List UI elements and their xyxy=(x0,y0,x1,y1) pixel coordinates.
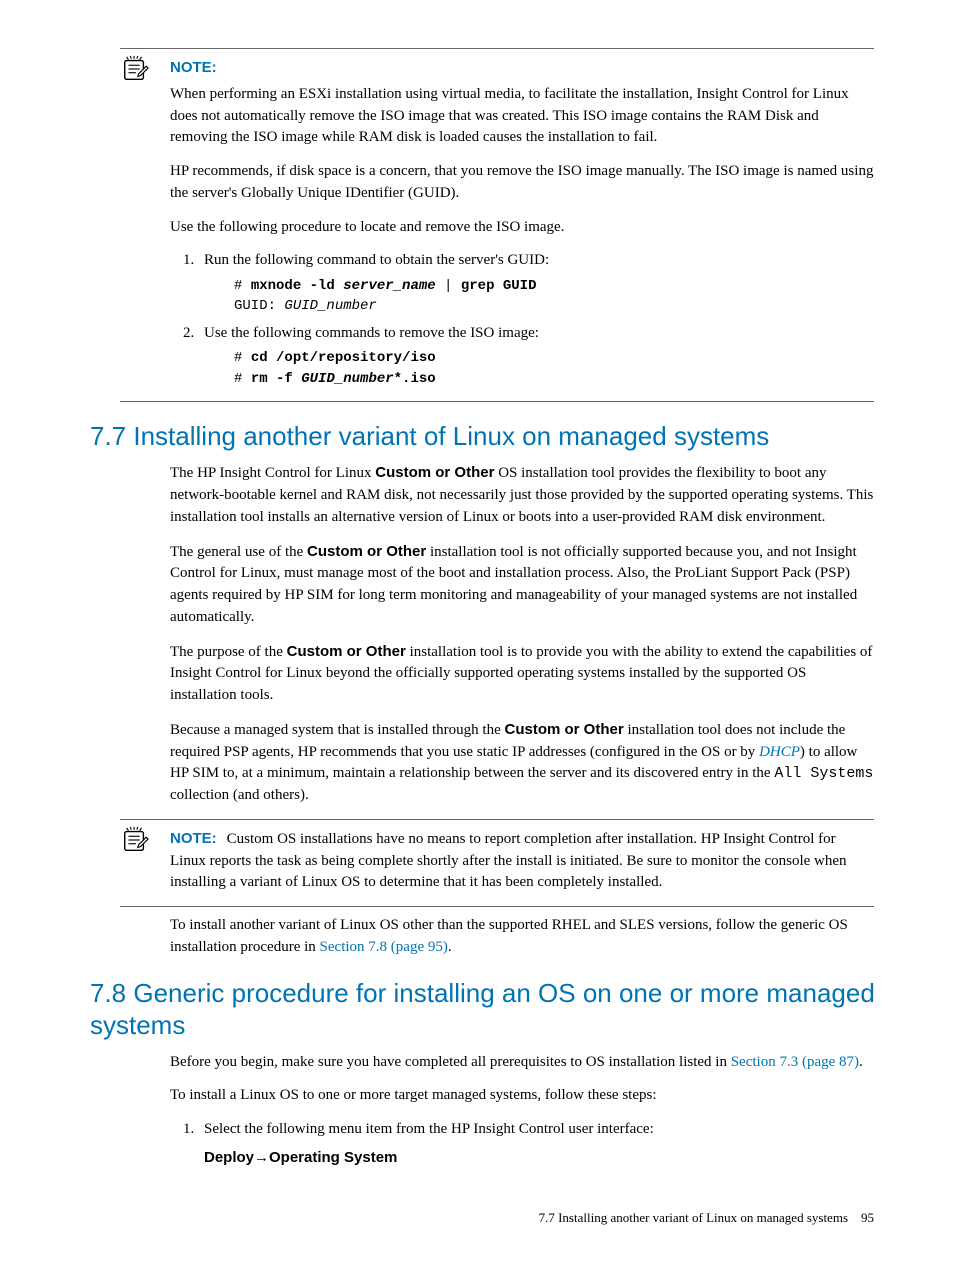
code-block: # mxnode -ld server_name | grep GUID GUI… xyxy=(234,276,874,317)
paragraph: To install another variant of Linux OS o… xyxy=(170,915,874,959)
note-block-2: NOTE:Custom OS installations have no mea… xyxy=(170,828,874,894)
note-label: NOTE: xyxy=(170,830,217,847)
section-body: The HP Insight Control for Linux Custom … xyxy=(170,462,874,807)
page-footer: 7.7 Installing another variant of Linux … xyxy=(60,1209,874,1228)
note-label: NOTE: xyxy=(170,59,217,76)
list-text: Select the following menu item from the … xyxy=(204,1121,654,1137)
page-number: 95 xyxy=(861,1210,874,1225)
paragraph: Before you begin, make sure you have com… xyxy=(170,1052,874,1074)
section-heading-7-7: 7.7 Installing another variant of Linux … xyxy=(90,420,894,453)
paragraph: The HP Insight Control for Linux Custom … xyxy=(170,462,874,528)
paragraph: The general use of the Custom or Other i… xyxy=(170,541,874,629)
code-block: # cd /opt/repository/iso # rm -f GUID_nu… xyxy=(234,348,874,389)
note-procedure-list: Run the following command to obtain the … xyxy=(170,250,874,389)
paragraph: Because a managed system that is install… xyxy=(170,719,874,807)
note-paragraph: Use the following procedure to locate an… xyxy=(170,217,874,239)
paragraph: The purpose of the Custom or Other insta… xyxy=(170,641,874,707)
note-paragraph: NOTE:Custom OS installations have no mea… xyxy=(170,828,874,894)
list-item: Use the following commands to remove the… xyxy=(198,323,874,389)
list-text: Use the following commands to remove the… xyxy=(204,325,539,341)
list-item: Select the following menu item from the … xyxy=(198,1119,874,1169)
footer-section-title: 7.7 Installing another variant of Linux … xyxy=(539,1210,848,1225)
note-icon xyxy=(120,55,150,83)
steps-list: Select the following menu item from the … xyxy=(170,1119,874,1169)
section-7-8-link[interactable]: Section 7.8 (page 95) xyxy=(320,939,448,955)
list-item: Run the following command to obtain the … xyxy=(198,250,874,316)
section-heading-7-8: 7.8 Generic procedure for installing an … xyxy=(90,977,894,1042)
paragraph: To install a Linux OS to one or more tar… xyxy=(170,1085,874,1107)
note-block-1: NOTE: When performing an ESXi installati… xyxy=(170,57,874,389)
dhcp-link[interactable]: DHCP xyxy=(759,744,800,760)
section-tail: To install another variant of Linux OS o… xyxy=(170,915,874,959)
menu-path: Deploy→Operating System xyxy=(204,1147,874,1169)
note-paragraph: HP recommends, if disk space is a concer… xyxy=(170,161,874,205)
list-text: Run the following command to obtain the … xyxy=(204,252,549,268)
note-icon xyxy=(120,826,150,854)
note-paragraph: When performing an ESXi installation usi… xyxy=(170,84,874,149)
section-7-3-link[interactable]: Section 7.3 (page 87) xyxy=(731,1054,859,1070)
section-body: Before you begin, make sure you have com… xyxy=(170,1052,874,1169)
